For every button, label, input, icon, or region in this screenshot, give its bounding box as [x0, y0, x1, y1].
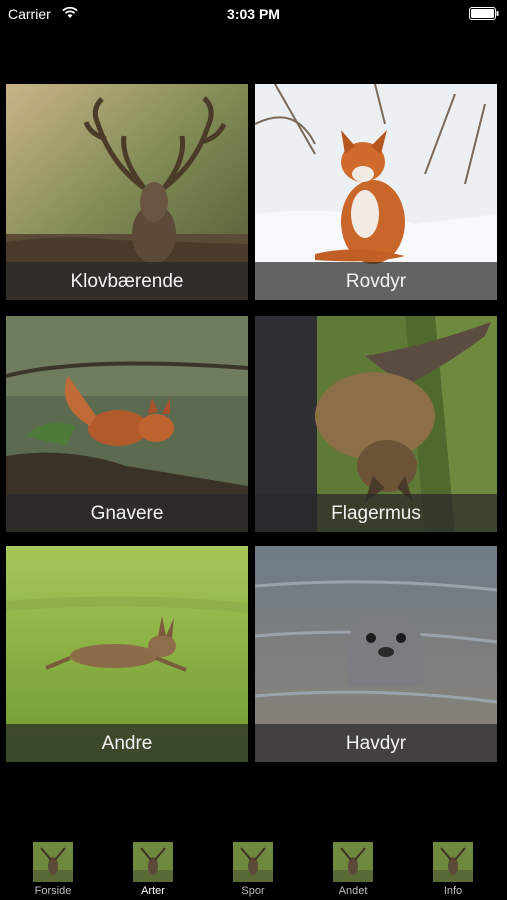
category-tile-andre[interactable]: Andre	[6, 546, 248, 762]
tab-spor[interactable]: Spor	[203, 842, 303, 898]
category-tile-rovdyr[interactable]: Rovdyr	[255, 84, 497, 300]
tab-label: Spor	[241, 885, 265, 897]
clock: 3:03 PM	[227, 6, 280, 22]
deer-thumbnail-icon	[33, 842, 73, 882]
category-tile-havdyr[interactable]: Havdyr	[255, 546, 497, 762]
tile-label: Gnavere	[6, 494, 248, 532]
deer-thumbnail-icon	[433, 842, 473, 882]
tab-label: Andet	[338, 885, 368, 897]
tab-label: Forside	[34, 885, 72, 897]
category-tile-klovbaerende[interactable]: Klovbærende	[6, 84, 248, 300]
deer-thumbnail-icon	[233, 842, 273, 882]
tile-label: Flagermus	[255, 494, 497, 532]
tile-label: Andre	[6, 724, 248, 762]
tab-andet[interactable]: Andet	[303, 842, 403, 898]
tile-label: Rovdyr	[255, 262, 497, 300]
category-tile-gnavere[interactable]: Gnavere	[6, 316, 248, 532]
tab-bar: Forside Arter Spor Andet Info	[0, 836, 507, 900]
tab-label: Info	[443, 885, 463, 897]
tab-forside[interactable]: Forside	[3, 842, 103, 898]
tab-arter[interactable]: Arter	[103, 842, 203, 898]
deer-thumbnail-icon	[333, 842, 373, 882]
battery-icon	[469, 7, 499, 20]
tab-label: Arter	[141, 885, 165, 897]
category-tile-flagermus[interactable]: Flagermus	[255, 316, 497, 532]
tile-label: Havdyr	[255, 724, 497, 762]
tab-info[interactable]: Info	[403, 842, 503, 898]
deer-thumbnail-icon	[133, 842, 173, 882]
status-bar: Carrier 3:03 PM	[0, 0, 507, 28]
tile-label: Klovbærende	[6, 262, 248, 300]
